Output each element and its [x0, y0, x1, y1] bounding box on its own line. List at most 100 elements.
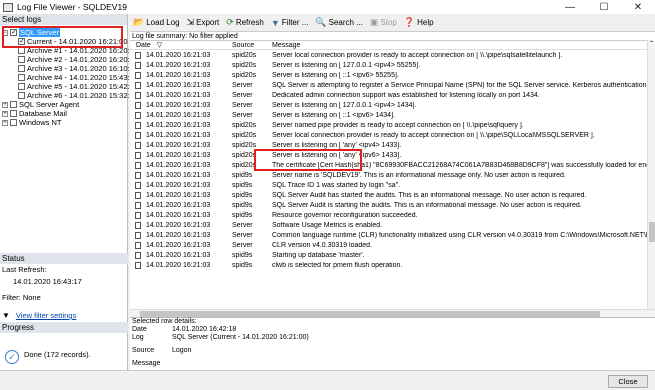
date-cell: 14.01.2020 16:21:03: [146, 61, 211, 69]
header-source[interactable]: Source: [230, 41, 270, 49]
log-tree: − ✓ SQL Server ✓ Current - 14.01.2020 16:21:…: [0, 25, 138, 249]
grid-header: Date ▽ Source Message: [130, 41, 655, 50]
refresh-icon: ⟳: [226, 17, 234, 27]
table-row[interactable]: 14.01.2020 16:21:03 Server Server is liste…: [130, 100, 655, 110]
export-icon: ⇲: [186, 17, 195, 27]
close-window-button[interactable]: ✕: [621, 0, 655, 14]
table-row[interactable]: 14.01.2020 16:21:03 Server SQL Server is a…: [130, 80, 655, 90]
table-row[interactable]: 14.01.2020 16:21:03 spid20s Server is list…: [130, 70, 655, 80]
table-row[interactable]: 14.01.2020 16:21:03 spid20s Server local c…: [130, 50, 655, 60]
source-cell: spid20s: [232, 61, 257, 69]
tree-node-label: Archive #6 - 14.01.2020 15:32:00: [27, 91, 138, 100]
details-log-label: Log: [132, 334, 144, 341]
load-log-button[interactable]: 📂 Load Log: [133, 17, 180, 28]
date-cell: 14.01.2020 16:21:03: [146, 111, 211, 119]
message-cell: Resource governor reconfiguration succee…: [272, 211, 418, 219]
vertical-scroll-thumb[interactable]: [649, 222, 655, 242]
message-cell: clwb is selected for pmem flush operatio…: [272, 261, 403, 269]
tree-checkbox[interactable]: [18, 83, 25, 90]
details-header: Selected row details:: [132, 318, 197, 325]
tree-node[interactable]: + SQL Server Agent: [2, 100, 79, 109]
table-row[interactable]: 14.01.2020 16:21:03 spid9s Server name is …: [130, 170, 655, 180]
stop-button[interactable]: ▣ Stop: [370, 17, 397, 28]
tree-checkbox[interactable]: [10, 119, 17, 126]
details-date-value: 14.01.2020 16:42:18: [172, 326, 237, 333]
tree-checkbox[interactable]: [10, 101, 17, 108]
expand-icon[interactable]: +: [2, 119, 8, 126]
table-row[interactable]: 14.01.2020 16:21:03 spid20s The certificat…: [130, 160, 655, 170]
expand-icon[interactable]: +: [2, 110, 8, 117]
log-entry-icon: [130, 71, 144, 79]
tree-checkbox[interactable]: [18, 92, 25, 99]
table-row[interactable]: 14.01.2020 16:21:03 Server Software Usage …: [130, 220, 655, 230]
tree-node[interactable]: Archive #5 - 14.01.2020 15:42:00: [18, 82, 138, 91]
table-row[interactable]: 14.01.2020 16:21:03 spid9s Starting up dat…: [130, 250, 655, 260]
close-button[interactable]: Close: [608, 375, 648, 388]
export-button[interactable]: ⇲ Export: [187, 17, 220, 28]
table-row[interactable]: 14.01.2020 16:21:03 Server Server is liste…: [130, 110, 655, 120]
tree-node[interactable]: Archive #3 - 14.01.2020 16:10:00: [18, 64, 138, 73]
message-cell: Server is listening on [ 127.0.0.1 <ipv4…: [272, 101, 417, 109]
table-row[interactable]: 14.01.2020 16:21:03 Server Common language…: [130, 230, 655, 240]
view-filter-settings-link[interactable]: View filter settings: [16, 310, 76, 322]
log-entry-icon: [130, 171, 144, 179]
horizontal-scrollbar[interactable]: [130, 309, 655, 317]
tree-checkbox[interactable]: [18, 74, 25, 81]
table-row[interactable]: 14.01.2020 16:21:03 spid20s Server is list…: [130, 150, 655, 160]
tree-node[interactable]: Archive #2 - 14.01.2020 16:20:00: [18, 55, 138, 64]
table-row[interactable]: 14.01.2020 16:21:03 spid9s SQL Server Audi…: [130, 200, 655, 210]
grid-rows: 14.01.2020 16:21:03 spid20s Server local c…: [130, 50, 655, 270]
table-row[interactable]: 14.01.2020 16:21:03 spid20s Server is list…: [130, 60, 655, 70]
tree-checkbox[interactable]: [18, 65, 25, 72]
log-entry-icon: [130, 251, 144, 259]
title-bar: Log File Viewer - SQLDEV19 — ☐ ✕: [0, 0, 655, 14]
table-row[interactable]: 14.01.2020 16:21:03 spid9s clwb is selecte…: [130, 260, 655, 270]
folder-open-icon: 📂: [133, 17, 145, 27]
date-cell: 14.01.2020 16:21:03: [146, 161, 211, 169]
log-entry-icon: [130, 91, 144, 99]
maximize-button[interactable]: ☐: [587, 0, 621, 14]
source-cell: spid9s: [232, 191, 253, 199]
date-cell: 14.01.2020 16:21:03: [146, 71, 211, 79]
table-row[interactable]: 14.01.2020 16:21:03 Server Dedicated admin…: [130, 90, 655, 100]
search-label: Search ...: [328, 18, 363, 27]
log-entry-icon: [130, 261, 144, 269]
table-row[interactable]: 14.01.2020 16:21:03 spid20s Server named p…: [130, 120, 655, 130]
vertical-scrollbar[interactable]: ⌃: [647, 40, 655, 309]
filter-button[interactable]: ▼ Filter ...: [271, 18, 309, 28]
table-row[interactable]: 14.01.2020 16:21:03 Server CLR version v4.…: [130, 240, 655, 250]
tree-checkbox[interactable]: [10, 110, 17, 117]
message-cell: Server is listening on [ 'any' <ipv4> 14…: [272, 141, 402, 149]
header-message[interactable]: Message: [270, 41, 655, 49]
table-row[interactable]: 14.01.2020 16:21:03 spid20s Server is list…: [130, 140, 655, 150]
date-cell: 14.01.2020 16:21:03: [146, 171, 211, 179]
table-row[interactable]: 14.01.2020 16:21:03 spid20s Server local c…: [130, 130, 655, 140]
details-date-label: Date: [132, 326, 147, 333]
source-cell: Server: [232, 111, 253, 119]
table-row[interactable]: 14.01.2020 16:21:03 spid9s Resource govern…: [130, 210, 655, 220]
details-source-value: Logon: [172, 347, 192, 354]
log-entry-icon: [130, 61, 144, 69]
header-date[interactable]: Date ▽: [130, 41, 230, 49]
refresh-button[interactable]: ⟳ Refresh: [226, 17, 264, 28]
help-button[interactable]: ❓ Help: [404, 17, 434, 28]
source-cell: spid9s: [232, 251, 253, 259]
search-button[interactable]: 🔍 Search ...: [315, 17, 362, 28]
table-row[interactable]: 14.01.2020 16:21:03 spid9s SQL Server Audi…: [130, 190, 655, 200]
log-entry-icon: [130, 141, 144, 149]
tree-checkbox[interactable]: [18, 56, 25, 63]
tree-node[interactable]: Archive #4 - 14.01.2020 15:43:00: [18, 73, 138, 82]
scroll-up-icon[interactable]: ⌃: [648, 40, 655, 47]
tree-node[interactable]: + Database Mail: [2, 109, 67, 118]
table-row[interactable]: 14.01.2020 16:21:03 spid9s SQL Trace ID 1 …: [130, 180, 655, 190]
tree-node[interactable]: Archive #6 - 14.01.2020 15:32:00: [18, 91, 138, 100]
date-cell: 14.01.2020 16:21:03: [146, 141, 211, 149]
minimize-button[interactable]: —: [553, 0, 587, 14]
help-label: Help: [417, 18, 434, 27]
progress-text: Done (172 records).: [24, 350, 91, 359]
tree-node[interactable]: + Windows NT: [2, 118, 62, 127]
message-cell: Common language runtime (CLR) functional…: [272, 231, 655, 239]
source-cell: Server: [232, 81, 253, 89]
expand-icon[interactable]: +: [2, 101, 8, 108]
tree-checkbox[interactable]: [18, 47, 25, 54]
